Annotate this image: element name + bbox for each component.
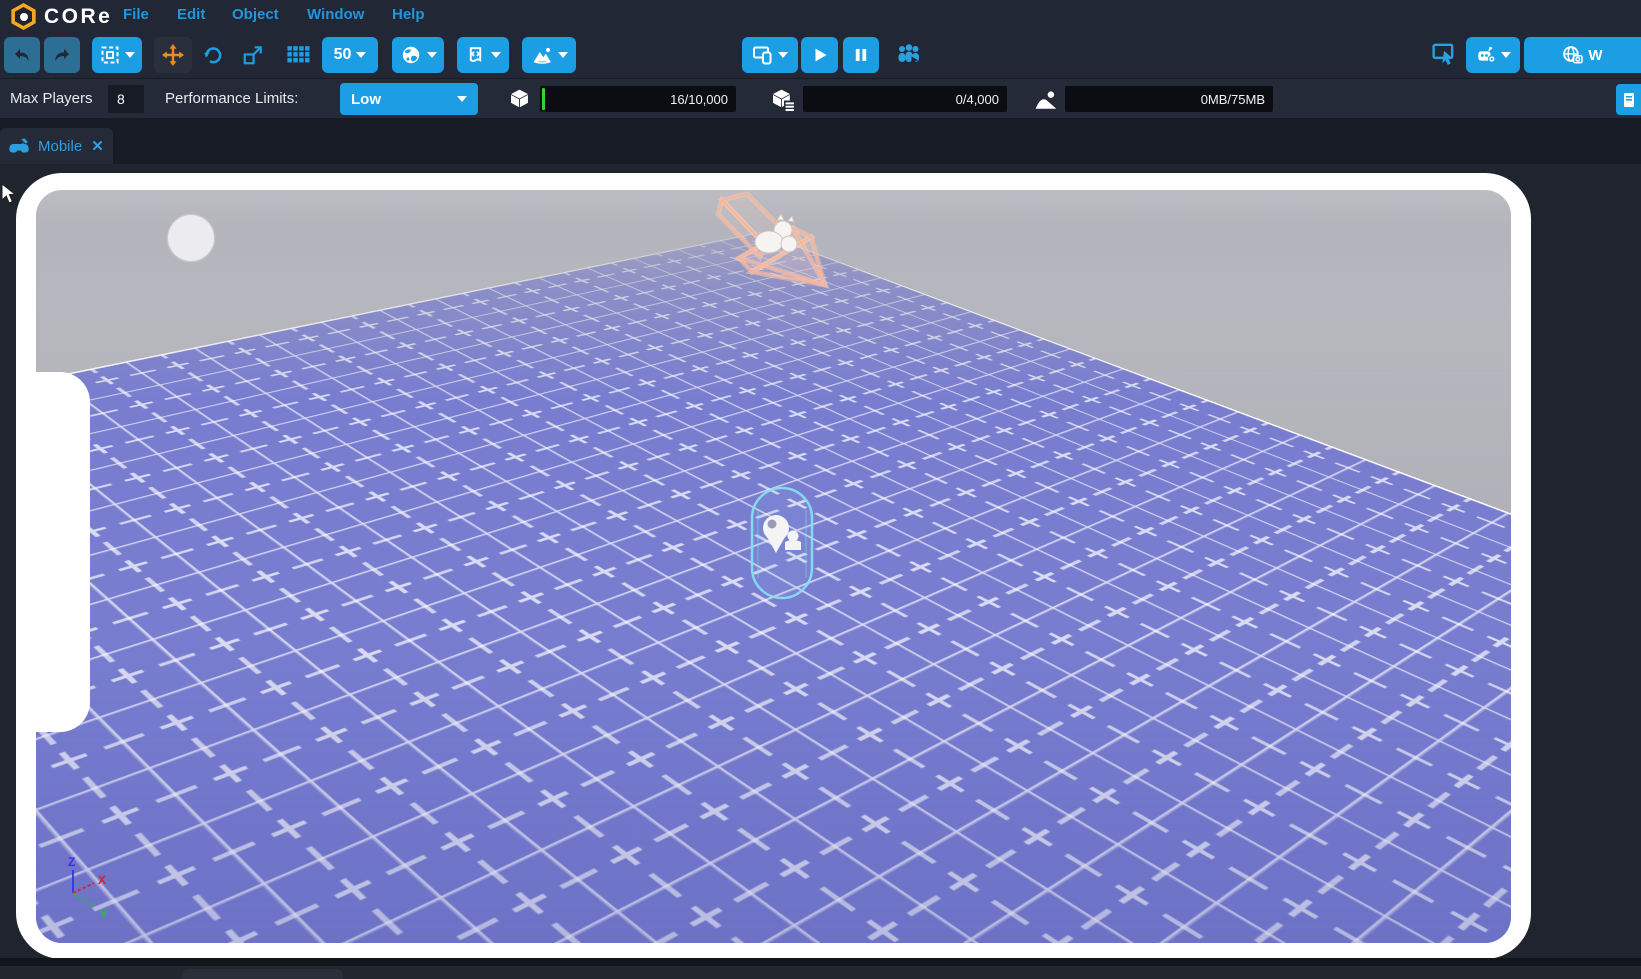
object-count-icon (506, 86, 532, 112)
axis-y-label: Y (100, 907, 108, 921)
spawn-point-gizmo[interactable] (718, 194, 825, 285)
move-tool-icon (162, 44, 184, 66)
gizmo-overlay: Z X Y (36, 190, 1511, 943)
chevron-down-icon (457, 96, 467, 102)
core-logo-dot (20, 13, 28, 21)
grid-snap-icon (286, 45, 310, 65)
max-players-label: Max Players (10, 90, 93, 107)
axis-z-label: Z (68, 855, 75, 869)
monitor-cursor-icon (1432, 42, 1456, 65)
grid-snap-button[interactable] (284, 41, 312, 69)
redo-button[interactable] (44, 37, 80, 73)
tab-close-icon[interactable]: ✕ (91, 137, 104, 155)
chevron-down-icon (1501, 52, 1511, 58)
core-logo-icon (10, 3, 37, 30)
snap-size-value: 50 (334, 46, 352, 64)
mobile-device-frame: Z X Y (16, 173, 1531, 959)
mouse-cursor (1, 183, 17, 205)
chevron-down-icon (356, 52, 366, 58)
bottom-panel-tab (182, 969, 343, 979)
cut-off-panel-button[interactable] (1616, 84, 1641, 115)
terrain-icon (531, 45, 553, 66)
terrain-dropdown[interactable] (522, 37, 576, 73)
max-players-input[interactable] (108, 85, 144, 113)
scale-tool-icon (242, 44, 264, 66)
terrain-memory-icon (1032, 86, 1059, 112)
object-count-progress (542, 88, 545, 110)
globe-icon (400, 44, 422, 66)
globe-camera-icon (1562, 45, 1583, 65)
document-icon (1623, 92, 1635, 108)
menu-file[interactable]: File (123, 6, 149, 23)
scale-tool-button[interactable] (238, 40, 268, 70)
coordinate-space-dropdown[interactable] (392, 37, 444, 73)
bottom-divider (0, 958, 1641, 966)
menu-help[interactable]: Help (392, 6, 425, 23)
scene-viewport[interactable]: Z X Y (36, 190, 1511, 943)
menu-window[interactable]: Window (307, 6, 364, 23)
mobile-joystick-overlay (168, 215, 214, 261)
chevron-down-icon (491, 52, 501, 58)
undo-button[interactable] (4, 37, 40, 73)
performance-level-dropdown[interactable]: Low (340, 83, 478, 115)
screen-capture-button[interactable] (1430, 40, 1458, 67)
tab-mobile[interactable]: Mobile ✕ (0, 128, 113, 164)
chevron-down-icon (558, 52, 568, 58)
networked-object-meter: 0/4,000 (803, 86, 1007, 112)
performance-bar: Max Players Performance Limits: Low 16/1… (0, 78, 1641, 118)
snap-size-dropdown[interactable]: 50 (322, 37, 378, 73)
rotate-tool-button[interactable] (198, 40, 228, 70)
menu-object[interactable]: Object (232, 6, 279, 23)
axis-gizmo: Z X Y (68, 855, 108, 921)
web-button-label: W (1588, 47, 1602, 64)
viewport-area: Z X Y (0, 164, 1641, 979)
device-preview-icon (752, 45, 773, 65)
app-logo: CORe (10, 3, 112, 30)
device-preview-dropdown[interactable] (742, 37, 798, 73)
create-script-dropdown[interactable] (457, 37, 509, 73)
ai-assistant-dropdown[interactable] (1466, 37, 1520, 73)
chevron-down-icon (778, 52, 788, 58)
tab-mobile-label: Mobile (38, 138, 82, 155)
player-capsule-gizmo[interactable] (752, 488, 812, 598)
move-tool-button[interactable] (154, 37, 192, 73)
marquee-select-icon (100, 45, 120, 65)
top-chrome: CORe File Edit Object Window Help (0, 0, 1641, 78)
chevron-down-icon (427, 52, 437, 58)
pause-button[interactable] (843, 37, 879, 73)
web-preview-button[interactable]: W (1524, 37, 1641, 73)
multiplayer-people-icon (895, 43, 922, 66)
logo-wordmark: CORe (44, 5, 112, 29)
networked-object-value: 0/4,000 (956, 92, 999, 107)
terrain-memory-value: 0MB/75MB (1201, 92, 1265, 107)
play-icon (810, 45, 830, 65)
viewport-tab-bar: Mobile ✕ (0, 118, 1641, 164)
chevron-down-icon (125, 52, 135, 58)
terrain-memory-meter: 0MB/75MB (1065, 86, 1273, 112)
undo-icon (12, 45, 32, 65)
script-icon (465, 45, 486, 66)
axis-x-label: X (98, 873, 106, 887)
multiplayer-preview-button[interactable] (893, 40, 923, 69)
networked-object-icon (769, 86, 797, 113)
performance-limits-label: Performance Limits: (165, 90, 298, 107)
rotate-tool-icon (202, 44, 224, 66)
play-button[interactable] (801, 37, 838, 73)
gamepad-hammer-icon (7, 138, 31, 155)
menu-edit[interactable]: Edit (177, 6, 205, 23)
performance-level-value: Low (351, 91, 381, 108)
object-count-value: 16/10,000 (670, 92, 728, 107)
device-side-notch (30, 372, 90, 732)
selection-mode-dropdown[interactable] (92, 37, 142, 73)
pause-icon (851, 45, 871, 65)
robot-icon (1475, 46, 1496, 64)
object-count-meter: 16/10,000 (540, 86, 736, 112)
redo-icon (52, 45, 72, 65)
